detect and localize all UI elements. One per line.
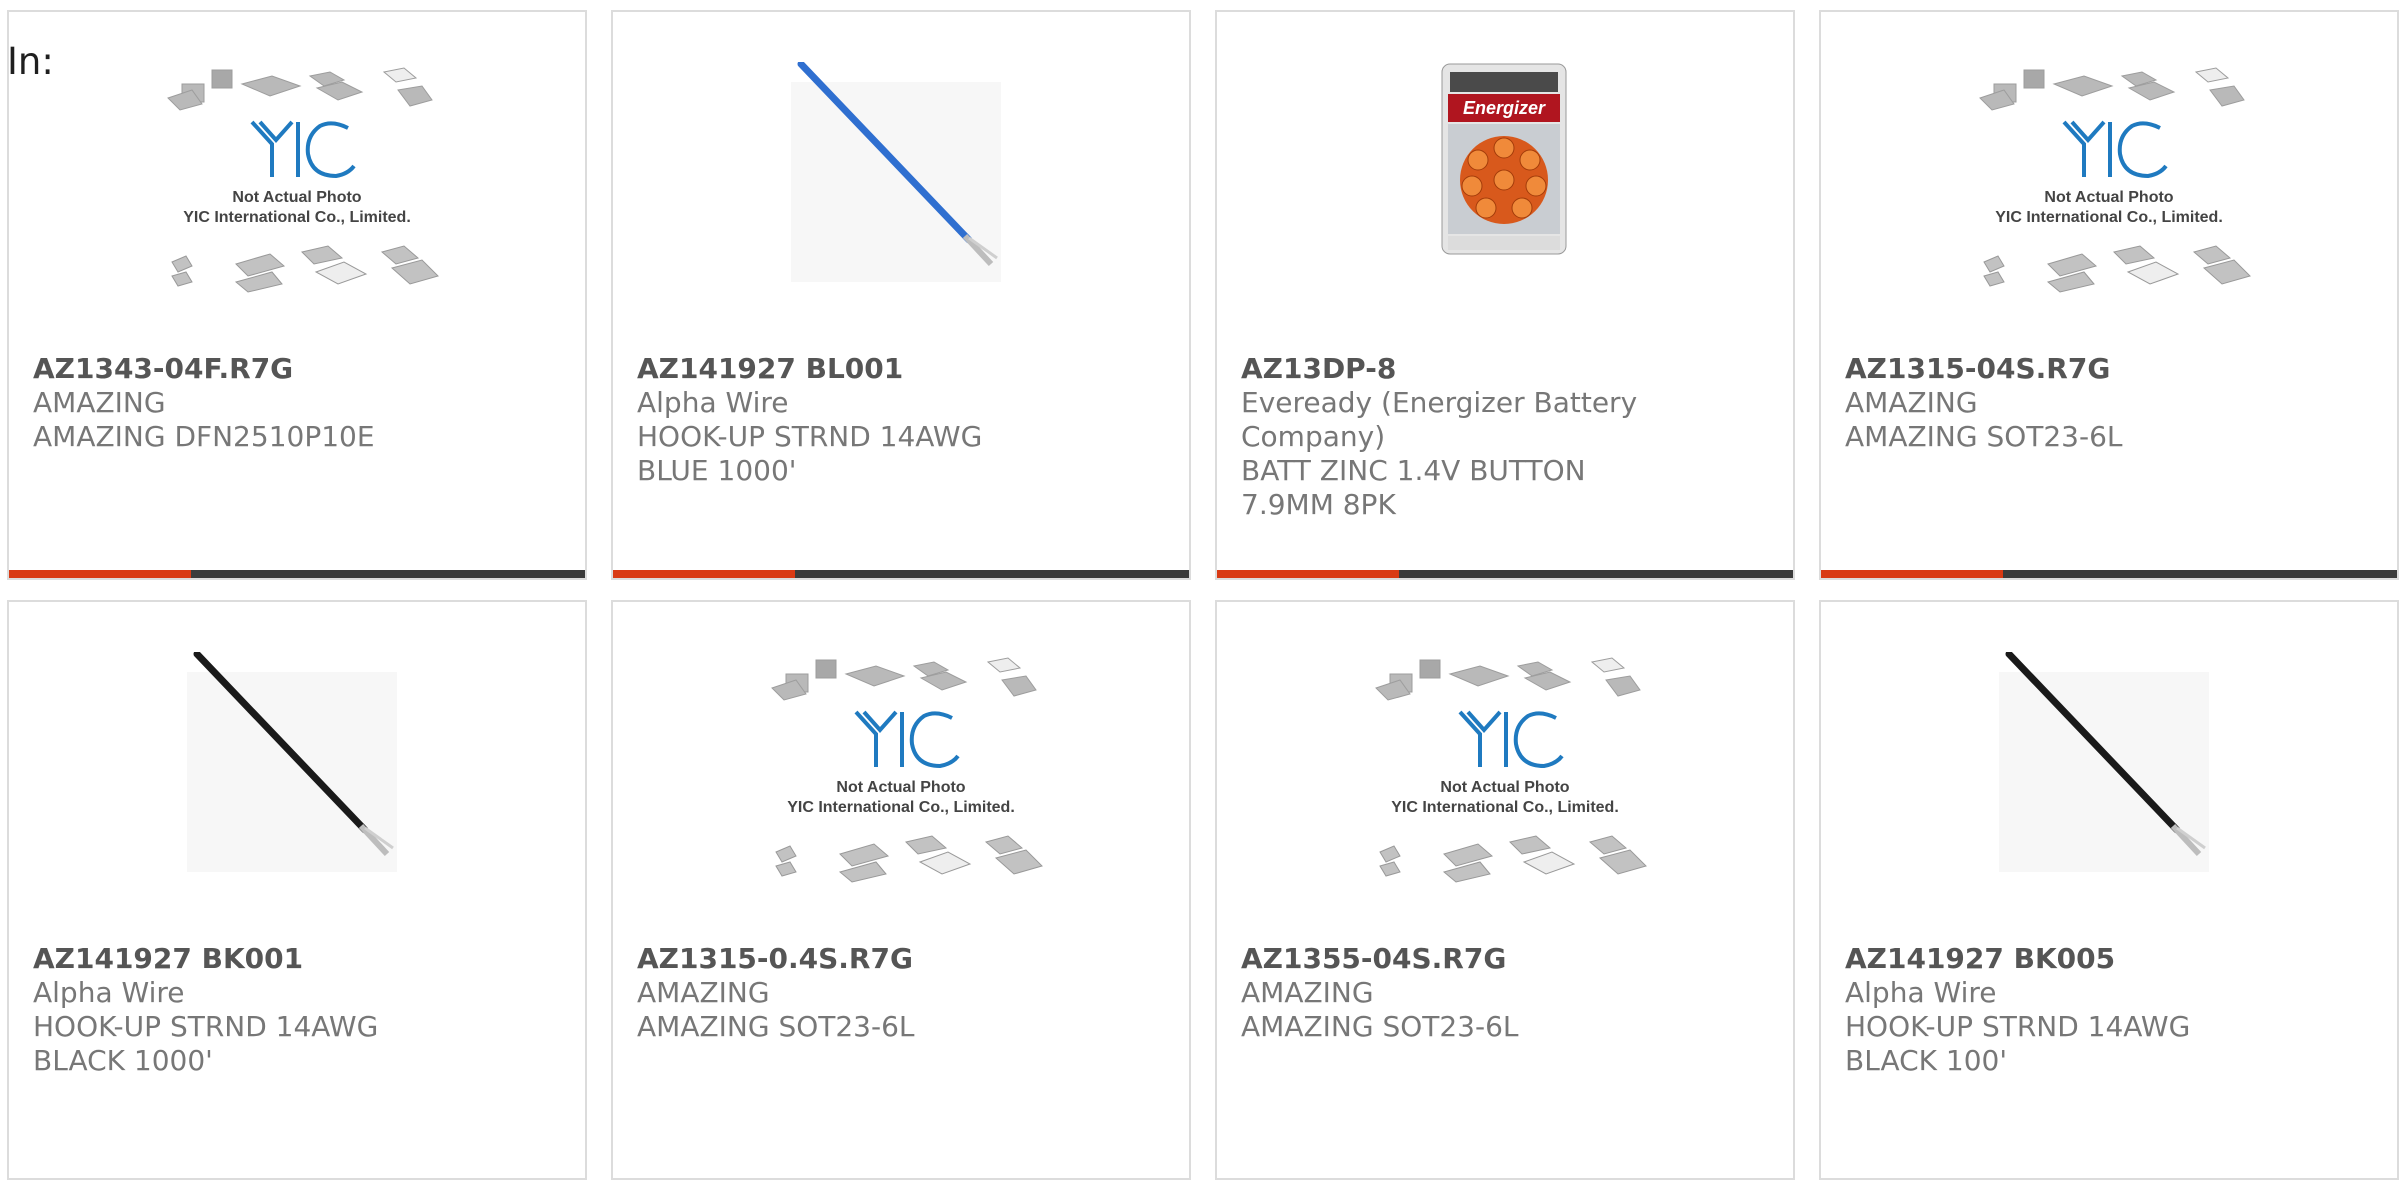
manufacturer: Eveready (Energizer Battery Company) (1241, 386, 1638, 453)
manufacturer: Alpha Wire (1845, 976, 1997, 1009)
placeholder-line2: YIC International Co., Limited. (1391, 799, 1619, 816)
card-accent-bar (1217, 570, 1399, 578)
card-bottom-bar (9, 570, 585, 578)
card-accent-bar (1821, 570, 2003, 578)
black-wire-image (1821, 652, 2397, 942)
description: AMAZING SOT23-6L (637, 1010, 915, 1043)
battery-brand: Energizer (1463, 98, 1546, 118)
product-card[interactable]: Not Actual Photo YIC International Co., … (611, 600, 1191, 1180)
placeholder-line1: Not Actual Photo (1440, 779, 1569, 796)
card-bottom-bar (1821, 570, 2397, 578)
description: AMAZING DFN2510P10E (33, 420, 375, 453)
manufacturer: AMAZING (637, 976, 770, 1009)
product-card[interactable]: Not Actual Photo YIC International Co., … (7, 10, 587, 580)
placeholder-line1: Not Actual Photo (836, 779, 965, 796)
blue-wire-image (613, 62, 1189, 352)
part-number[interactable]: AZ1315-04S.R7G (1845, 352, 2387, 386)
description: HOOK-UP STRND 14AWG BLUE 1000' (637, 420, 983, 487)
placeholder-image: Not Actual Photo YIC International Co., … (9, 62, 585, 352)
part-number[interactable]: AZ1315-0.4S.R7G (637, 942, 1179, 976)
part-number[interactable]: AZ141927 BL001 (637, 352, 1179, 386)
manufacturer: AMAZING (33, 386, 166, 419)
description: AMAZING SOT23-6L (1845, 420, 2123, 453)
card-accent-bar (613, 570, 795, 578)
black-wire-image (9, 652, 585, 942)
manufacturer: Alpha Wire (637, 386, 789, 419)
part-number[interactable]: AZ141927 BK005 (1845, 942, 2387, 976)
part-number[interactable]: AZ1355-04S.R7G (1241, 942, 1783, 976)
part-number[interactable]: AZ13DP-8 (1241, 352, 1783, 386)
product-card[interactable]: AZ141927 BL001 Alpha Wire HOOK-UP STRND … (611, 10, 1191, 580)
placeholder-image: Not Actual Photo YIC International Co., … (1821, 62, 2397, 352)
product-card[interactable]: AZ141927 BK001 Alpha Wire HOOK-UP STRND … (7, 600, 587, 1180)
placeholder-line2: YIC International Co., Limited. (1995, 209, 2223, 226)
manufacturer: AMAZING (1845, 386, 1978, 419)
part-number[interactable]: AZ141927 BK001 (33, 942, 575, 976)
energizer-battery-image: Energizer (1217, 62, 1793, 352)
placeholder-line2: YIC International Co., Limited. (787, 799, 1015, 816)
placeholder-image: Not Actual Photo YIC International Co., … (613, 652, 1189, 942)
card-accent-bar (9, 570, 191, 578)
part-number[interactable]: AZ1343-04F.R7G (33, 352, 575, 386)
manufacturer: AMAZING (1241, 976, 1374, 1009)
placeholder-line1: Not Actual Photo (2044, 189, 2173, 206)
product-card[interactable]: Not Actual Photo YIC International Co., … (1215, 600, 1795, 1180)
placeholder-image: Not Actual Photo YIC International Co., … (1217, 652, 1793, 942)
description: HOOK-UP STRND 14AWG BLACK 1000' (33, 1010, 379, 1077)
product-card[interactable]: Energizer AZ13DP-8 Eveready (Energizer B… (1215, 10, 1795, 580)
product-card[interactable]: AZ141927 BK005 Alpha Wire HOOK-UP STRND … (1819, 600, 2399, 1180)
description: HOOK-UP STRND 14AWG BLACK 100' (1845, 1010, 2191, 1077)
description: AMAZING SOT23-6L (1241, 1010, 1519, 1043)
placeholder-line1: Not Actual Photo (232, 189, 361, 206)
product-card[interactable]: Not Actual Photo YIC International Co., … (1819, 10, 2399, 580)
manufacturer: Alpha Wire (33, 976, 185, 1009)
description: BATT ZINC 1.4V BUTTON 7.9MM 8PK (1241, 454, 1586, 521)
in-label: In: (7, 40, 54, 83)
placeholder-line2: YIC International Co., Limited. (183, 209, 411, 226)
card-bottom-bar (1217, 570, 1793, 578)
card-bottom-bar (613, 570, 1189, 578)
